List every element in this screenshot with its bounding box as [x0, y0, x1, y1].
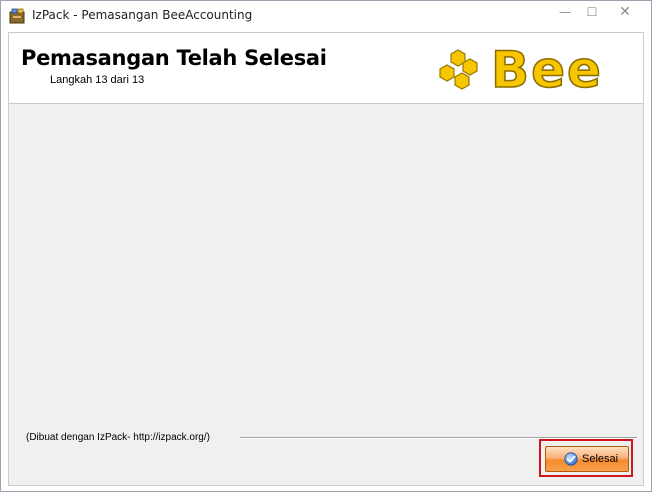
installer-window: IzPack - Pemasangan BeeAccounting — ☐ ✕ …: [0, 0, 652, 492]
logo-text: Bee: [491, 41, 603, 95]
maximize-button[interactable]: ☐: [579, 3, 605, 21]
content-frame: Pemasangan Telah Selesai Langkah 13 dari…: [8, 32, 644, 486]
page-title: Pemasangan Telah Selesai: [21, 46, 327, 70]
check-icon: [564, 452, 578, 466]
honeycomb-icon: [439, 49, 478, 90]
izpack-icon: [9, 8, 25, 24]
title-bar[interactable]: IzPack - Pemasangan BeeAccounting — ☐ ✕: [1, 1, 651, 31]
finish-button[interactable]: Selesai: [545, 446, 629, 472]
window-title: IzPack - Pemasangan BeeAccounting: [32, 8, 253, 22]
close-button[interactable]: ✕: [608, 3, 642, 21]
finish-button-label: Selesai: [582, 453, 619, 465]
bee-logo: Bee: [439, 40, 603, 95]
izpack-credit: (Dibuat dengan IzPack- http://izpack.org…: [26, 432, 210, 443]
step-indicator: Langkah 13 dari 13: [50, 74, 145, 86]
minimize-button[interactable]: —: [552, 3, 578, 21]
panel-header: Pemasangan Telah Selesai Langkah 13 dari…: [9, 33, 643, 104]
